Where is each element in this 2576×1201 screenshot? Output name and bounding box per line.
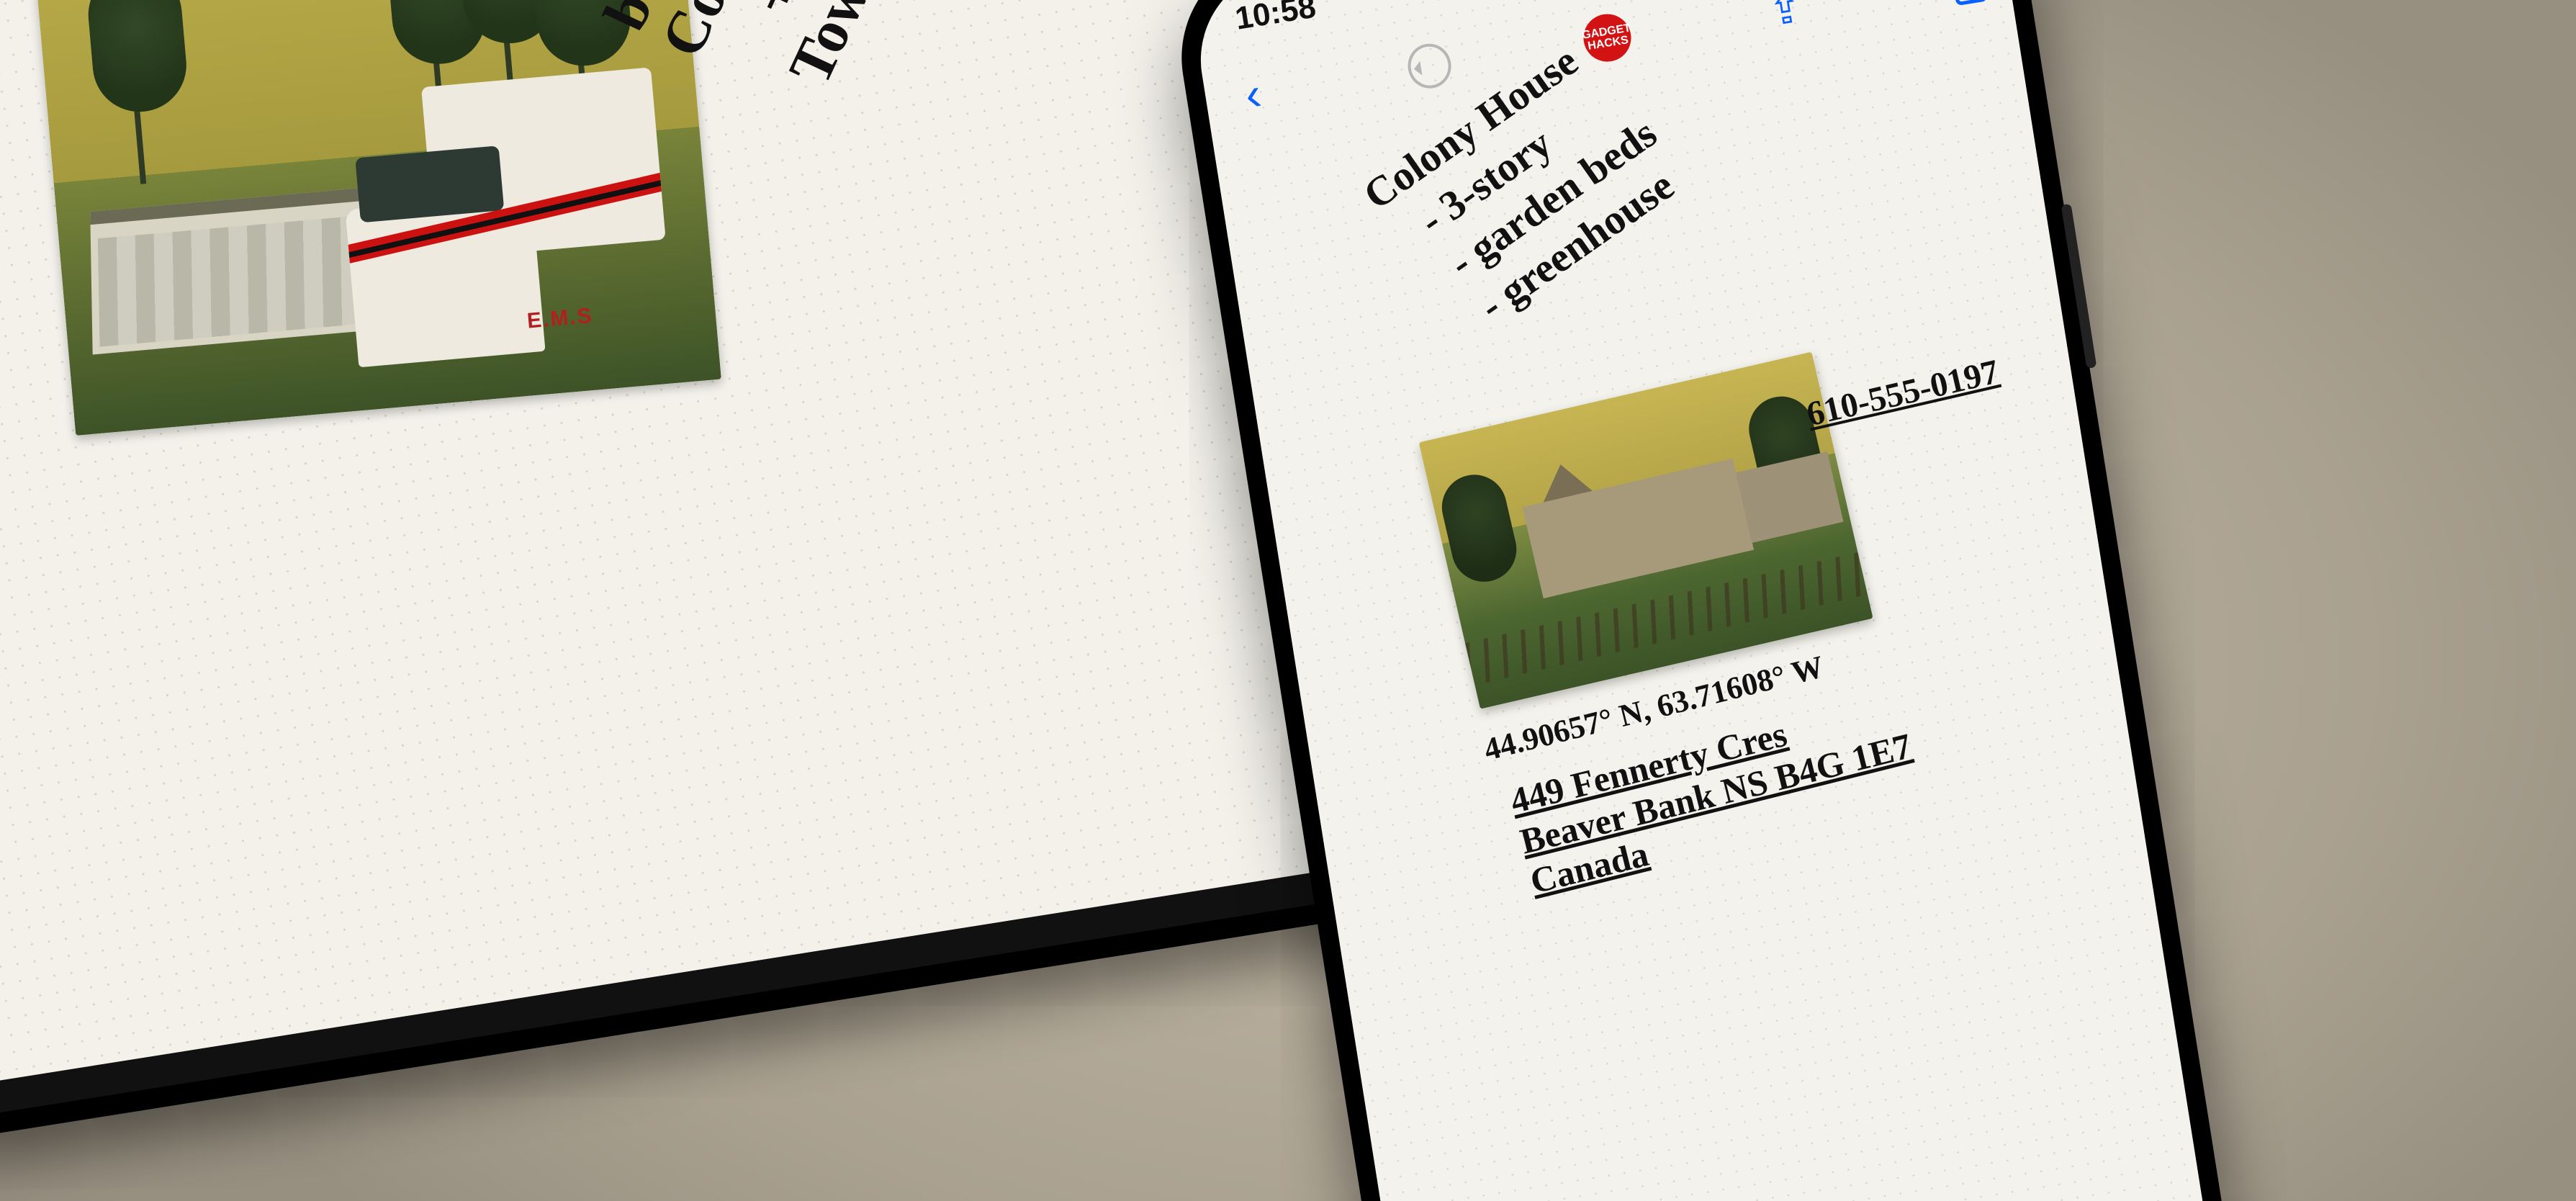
share-icon: ⇪ [1765,0,1806,36]
embedded-photo-ambulance[interactable]: E.M.S T.R. [36,0,721,436]
detected-phone-link[interactable]: 610-555-0197 [1803,352,2002,435]
windows-button[interactable] [1937,0,1986,6]
back-button[interactable]: ‹ [1228,69,1278,119]
undo-button[interactable] [1405,41,1454,91]
photo-school-building [90,188,365,355]
gadget-hacks-badge: GADGET HACKS [1580,11,1635,66]
iphone-time: 10:58 [1233,0,1318,37]
photo-ambulance [333,39,675,368]
share-button[interactable]: ⇪ [1761,0,1811,35]
photo-scene: Fri Jan 24 From ⌄ was a school [0,0,2576,1201]
undo-icon [1405,40,1454,91]
chevron-left-icon: ‹ [1242,70,1264,118]
windows-icon [1940,0,1983,3]
